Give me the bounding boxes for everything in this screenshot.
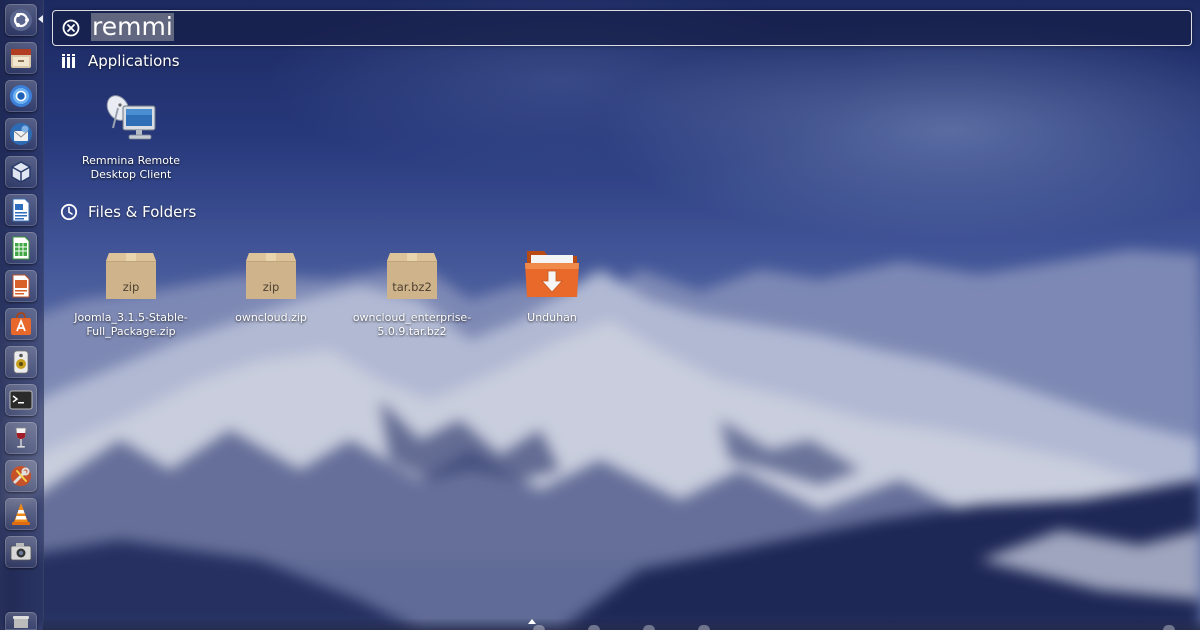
launcher-item-vlc[interactable] bbox=[5, 498, 37, 530]
result-label: owncloud_enterprise-5.0.9.tar.bz2 bbox=[352, 311, 472, 338]
lens-bar bbox=[43, 618, 1200, 630]
result-label: owncloud.zip bbox=[235, 311, 307, 324]
archive-box-icon: zip bbox=[246, 253, 296, 299]
downloads-folder-icon bbox=[525, 251, 579, 297]
impress-presentation-icon bbox=[12, 274, 30, 298]
result-owncloud-enterprise-tarbz2[interactable]: tar.bz2 owncloud_enterprise-5.0.9.tar.bz… bbox=[342, 243, 482, 339]
chromium-icon bbox=[10, 85, 32, 107]
applications-grid-icon bbox=[62, 54, 75, 68]
launcher-item-trash[interactable] bbox=[5, 612, 37, 630]
launcher-item-terminal[interactable] bbox=[5, 384, 37, 416]
search-query-text[interactable]: remmi bbox=[91, 13, 174, 41]
dash-search-bar[interactable]: remmi bbox=[52, 10, 1192, 46]
software-center-bag-icon bbox=[11, 312, 31, 335]
archive-extension-text: zip bbox=[123, 280, 140, 294]
archive-extension-text: tar.bz2 bbox=[392, 280, 432, 294]
remote-desktop-computer-icon bbox=[106, 95, 156, 140]
category-label-files-folders: Files & Folders bbox=[88, 203, 197, 221]
thunderbird-icon bbox=[10, 123, 32, 145]
active-indicator-arrow bbox=[38, 15, 43, 23]
launcher-item-software-center[interactable] bbox=[5, 308, 37, 340]
launcher-item-libreoffice-impress[interactable] bbox=[5, 270, 37, 302]
result-joomla-zip[interactable]: zip Joomla_3.1.5-Stable-Full_Package.zip bbox=[61, 243, 201, 339]
lens-button[interactable] bbox=[698, 625, 710, 630]
launcher-item-wine[interactable] bbox=[5, 422, 37, 454]
launcher-item-file-manager[interactable] bbox=[5, 42, 37, 74]
result-owncloud-zip[interactable]: zip owncloud.zip bbox=[201, 243, 341, 325]
archive-extension-text: zip bbox=[263, 280, 280, 294]
trash-bin-icon bbox=[13, 616, 29, 628]
result-label: Joomla_3.1.5-Stable-Full_Package.zip bbox=[74, 311, 188, 338]
launcher-item-audio-player[interactable] bbox=[5, 346, 37, 378]
wine-glass-icon bbox=[15, 427, 27, 448]
lens-button[interactable] bbox=[1163, 625, 1175, 630]
result-remmina[interactable]: Remmina Remote Desktop Client bbox=[61, 88, 201, 182]
active-lens-indicator bbox=[528, 619, 536, 624]
calc-spreadsheet-icon bbox=[12, 236, 30, 260]
speaker-icon bbox=[13, 350, 29, 374]
result-label: Remmina Remote Desktop Client bbox=[81, 154, 181, 181]
lens-button[interactable] bbox=[643, 625, 655, 630]
category-header-files-folders[interactable]: Files & Folders bbox=[60, 202, 196, 222]
lens-button[interactable] bbox=[588, 625, 600, 630]
ubuntu-logo-icon bbox=[10, 9, 32, 31]
archive-box-icon: tar.bz2 bbox=[387, 253, 437, 299]
lens-button[interactable] bbox=[533, 625, 545, 630]
unity-launcher bbox=[0, 0, 44, 630]
launcher-item-chromium[interactable] bbox=[5, 80, 37, 112]
result-label: Unduhan bbox=[527, 311, 577, 324]
launcher-item-virtualbox[interactable] bbox=[5, 156, 37, 188]
virtualbox-cube-icon bbox=[11, 161, 31, 183]
terminal-icon bbox=[9, 390, 33, 410]
launcher-item-dash-home[interactable] bbox=[5, 4, 37, 36]
launcher-item-screenshot[interactable] bbox=[5, 536, 37, 568]
archive-box-icon: zip bbox=[106, 253, 156, 299]
wrench-screwdriver-icon bbox=[11, 466, 31, 486]
launcher-item-libreoffice-calc[interactable] bbox=[5, 232, 37, 264]
category-label-applications: Applications bbox=[88, 52, 180, 70]
file-cabinet-icon bbox=[11, 49, 31, 68]
launcher-item-thunderbird[interactable] bbox=[5, 118, 37, 150]
writer-document-icon bbox=[12, 198, 30, 222]
vlc-cone-icon bbox=[12, 503, 30, 525]
clock-recent-icon bbox=[60, 203, 78, 221]
result-unduhan-folder[interactable]: Unduhan bbox=[482, 243, 622, 325]
launcher-item-system-settings[interactable] bbox=[5, 460, 37, 492]
launcher-item-libreoffice-writer[interactable] bbox=[5, 194, 37, 226]
category-header-applications[interactable]: Applications bbox=[60, 51, 180, 71]
camera-icon bbox=[10, 543, 32, 561]
clear-search-icon[interactable] bbox=[62, 19, 80, 37]
